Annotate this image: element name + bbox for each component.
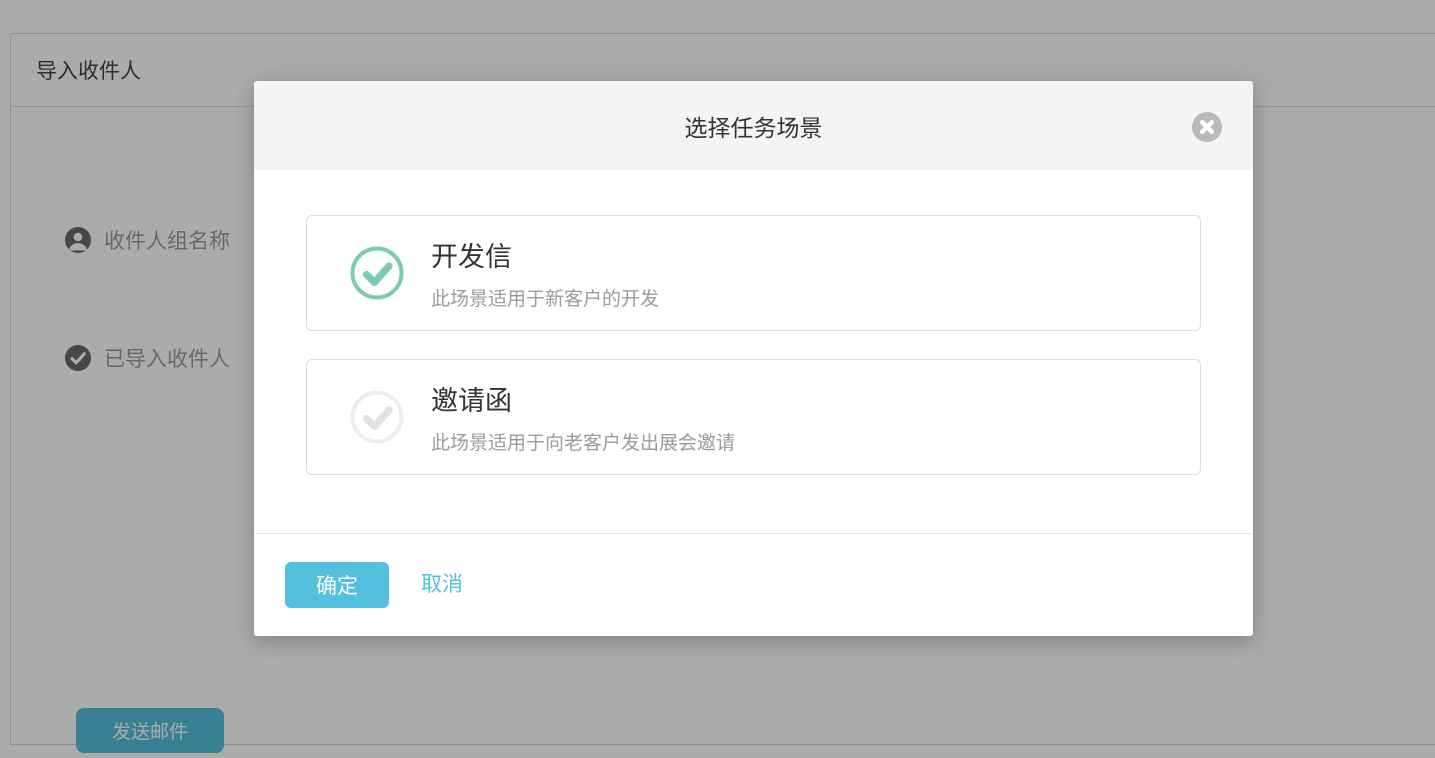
option-card-development-letter[interactable]: 开发信 此场景适用于新客户的开发 [306, 215, 1201, 331]
option-text: 邀请函 此场景适用于向老客户发出展会邀请 [431, 379, 735, 455]
modal-body: 开发信 此场景适用于新客户的开发 邀请函 此场景适用于向老客户发出展会邀请 [254, 170, 1253, 475]
check-unselected-icon [350, 390, 404, 444]
confirm-button[interactable]: 确定 [285, 562, 389, 608]
option-description: 此场景适用于新客户的开发 [431, 284, 659, 311]
cancel-button[interactable]: 取消 [421, 562, 463, 608]
option-title: 邀请函 [431, 379, 735, 418]
select-task-scene-modal: 选择任务场景 开发信 此场景适用于新客户的开发 [254, 81, 1253, 636]
option-description: 此场景适用于向老客户发出展会邀请 [431, 428, 735, 455]
modal-footer: 确定 取消 [254, 533, 1253, 636]
modal-title: 选择任务场景 [685, 109, 823, 143]
modal-header: 选择任务场景 [254, 81, 1253, 170]
check-selected-icon [350, 246, 404, 300]
option-text: 开发信 此场景适用于新客户的开发 [431, 235, 659, 311]
option-card-invitation-letter[interactable]: 邀请函 此场景适用于向老客户发出展会邀请 [306, 359, 1201, 475]
close-icon[interactable] [1192, 112, 1222, 142]
option-title: 开发信 [431, 235, 659, 274]
